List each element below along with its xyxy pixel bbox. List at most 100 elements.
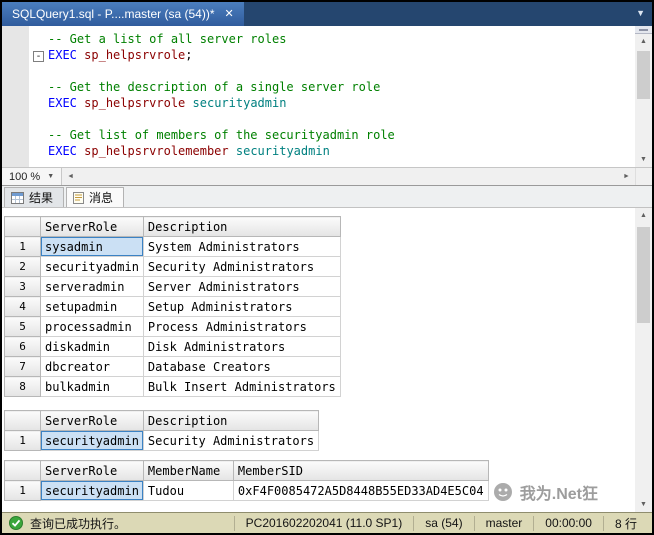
row-number[interactable]: 2	[4, 256, 41, 277]
grid-cell[interactable]: setupadmin	[40, 296, 144, 317]
result-grid-3: ServerRole MemberName MemberSID 1 securityad…	[4, 460, 489, 501]
column-header[interactable]: ServerRole	[40, 460, 144, 481]
ssms-window: SQLQuery1.sql - P....master (sa (54))* ✕…	[0, 0, 654, 535]
row-number[interactable]: 6	[4, 336, 41, 357]
status-server: PC201602202041 (11.0 SP1)	[233, 515, 414, 531]
table-row: 5 processadmin Process Administrators	[4, 316, 341, 337]
status-rowcount: 8 行	[602, 515, 648, 531]
table-row: 3 serveradmin Server Administrators	[4, 276, 341, 297]
column-header[interactable]: Description	[142, 410, 320, 431]
grid-cell[interactable]: System Administrators	[142, 236, 341, 257]
grid-cell[interactable]: sysadmin	[40, 236, 144, 257]
grid-icon	[11, 191, 24, 204]
table-row: 1 sysadmin System Administrators	[4, 236, 341, 257]
splitter-grip[interactable]	[635, 26, 652, 34]
scroll-up-icon[interactable]: ▲	[635, 208, 652, 223]
grid-cell[interactable]: Process Administrators	[142, 316, 341, 337]
table-row: 2 securityadmin Security Administrators	[4, 256, 341, 277]
sql-editor[interactable]: - -- Get a list of all server roles EXEC …	[2, 26, 652, 168]
grid-cell[interactable]: Disk Administrators	[142, 336, 341, 357]
horizontal-scrollbar-track[interactable]	[79, 168, 618, 185]
zoom-control[interactable]: 100 % ▼	[2, 168, 63, 185]
row-number[interactable]: 1	[4, 236, 41, 257]
grid-table: ServerRole Description 1 securityadmin Secur…	[4, 410, 320, 451]
column-header[interactable]: ServerRole	[40, 410, 144, 431]
grid-cell[interactable]: diskadmin	[40, 336, 144, 357]
row-number[interactable]: 8	[4, 376, 41, 397]
window-content: SQLQuery1.sql - P....master (sa (54))* ✕…	[2, 2, 652, 533]
document-tab[interactable]: SQLQuery1.sql - P....master (sa (54))* ✕	[2, 2, 244, 26]
grid-corner[interactable]	[4, 216, 41, 237]
editor-bottom-bar: 100 % ▼ ◄ ►	[2, 168, 652, 186]
row-number[interactable]: 1	[4, 430, 41, 451]
grid-cell[interactable]: 0xF4F0085472A5D8448B55ED33AD4E5C04	[232, 480, 489, 501]
scroll-right-icon[interactable]: ►	[618, 168, 635, 185]
grid-cell[interactable]: serveradmin	[40, 276, 144, 297]
chevron-down-icon[interactable]: ▼	[636, 9, 645, 18]
editor-gutter	[2, 26, 29, 167]
grid-cell[interactable]: bulkadmin	[40, 376, 144, 397]
tab-messages[interactable]: 消息	[66, 187, 125, 207]
grid-cell[interactable]: Database Creators	[142, 356, 341, 377]
success-icon	[9, 516, 23, 530]
code-lines: -- Get a list of all server roles EXEC sp…	[48, 31, 632, 159]
scrollbar-track[interactable]	[635, 49, 652, 152]
grid-cell[interactable]: Security Administrators	[142, 430, 320, 451]
scrollbar-track[interactable]	[635, 223, 652, 497]
watermark: 我为.Net狂	[493, 480, 598, 504]
grid-cell[interactable]: securityadmin	[40, 256, 144, 277]
results-vertical-scrollbar[interactable]: ▲ ▼	[635, 208, 652, 512]
code-line: -- Get a list of all server roles	[48, 32, 287, 46]
scroll-up-icon[interactable]: ▲	[635, 34, 652, 49]
status-user: sa (54)	[413, 515, 473, 531]
table-row: 4 setupadmin Setup Administrators	[4, 296, 341, 317]
grid-table: ServerRole Description 1 sysadmin System Adm…	[4, 216, 341, 397]
zoom-value: 100 %	[9, 170, 41, 183]
grid-cell[interactable]: processadmin	[40, 316, 144, 337]
document-tabstrip: SQLQuery1.sql - P....master (sa (54))* ✕…	[2, 2, 652, 26]
grid-cell[interactable]: Server Administrators	[142, 276, 341, 297]
row-number[interactable]: 1	[4, 480, 41, 501]
column-header[interactable]: Description	[142, 216, 341, 237]
row-number[interactable]: 3	[4, 276, 41, 297]
document-tab-title: SQLQuery1.sql - P....master (sa (54))*	[12, 7, 215, 21]
grid-header-row: ServerRole MemberName MemberSID	[4, 460, 489, 481]
grid-cell[interactable]: securityadmin	[40, 480, 144, 501]
message-icon	[73, 191, 85, 204]
table-row: 8 bulkadmin Bulk Insert Administrators	[4, 376, 341, 397]
row-number[interactable]: 7	[4, 356, 41, 377]
grid-cell[interactable]: Tudou	[142, 480, 234, 501]
grid-cell[interactable]: Setup Administrators	[142, 296, 341, 317]
editor-vertical-scrollbar[interactable]: ▲ ▼	[635, 26, 652, 167]
chevron-down-icon: ▼	[47, 173, 55, 180]
code-line: EXEC sp_helpsrvrole securityadmin	[48, 96, 287, 110]
scroll-left-icon[interactable]: ◄	[62, 168, 79, 185]
grid-cell[interactable]: securityadmin	[40, 430, 144, 451]
close-icon[interactable]: ✕	[225, 8, 234, 20]
code-line: EXEC sp_helpsrvrolemember securityadmin	[48, 144, 330, 158]
result-grid-2: ServerRole Description 1 securityadmin Secur…	[4, 410, 320, 451]
grid-corner[interactable]	[4, 410, 41, 431]
grid-cell[interactable]: Security Administrators	[142, 256, 341, 277]
collapse-region-icon[interactable]: -	[33, 51, 44, 62]
scrollbar-thumb[interactable]	[637, 51, 650, 99]
scroll-down-icon[interactable]: ▼	[635, 497, 652, 512]
grid-header-row: ServerRole Description	[4, 216, 341, 237]
column-header[interactable]: MemberSID	[232, 460, 489, 481]
tab-results[interactable]: 结果	[4, 187, 65, 207]
column-header[interactable]: MemberName	[142, 460, 234, 481]
scrollbar-corner	[635, 168, 652, 185]
grid-table: ServerRole MemberName MemberSID 1 securityad…	[4, 460, 489, 501]
code-line: EXEC sp_helpsrvrole;	[48, 48, 193, 62]
column-header[interactable]: ServerRole	[40, 216, 144, 237]
grid-cell[interactable]: Bulk Insert Administrators	[142, 376, 341, 397]
grid-cell[interactable]: dbcreator	[40, 356, 144, 377]
scroll-down-icon[interactable]: ▼	[635, 152, 652, 167]
row-number[interactable]: 4	[4, 296, 41, 317]
row-number[interactable]: 5	[4, 316, 41, 337]
scrollbar-thumb[interactable]	[637, 227, 650, 323]
grid-corner[interactable]	[4, 460, 41, 481]
tab-messages-label: 消息	[89, 191, 114, 205]
code-line: -- Get the description of a single serve…	[48, 80, 381, 94]
